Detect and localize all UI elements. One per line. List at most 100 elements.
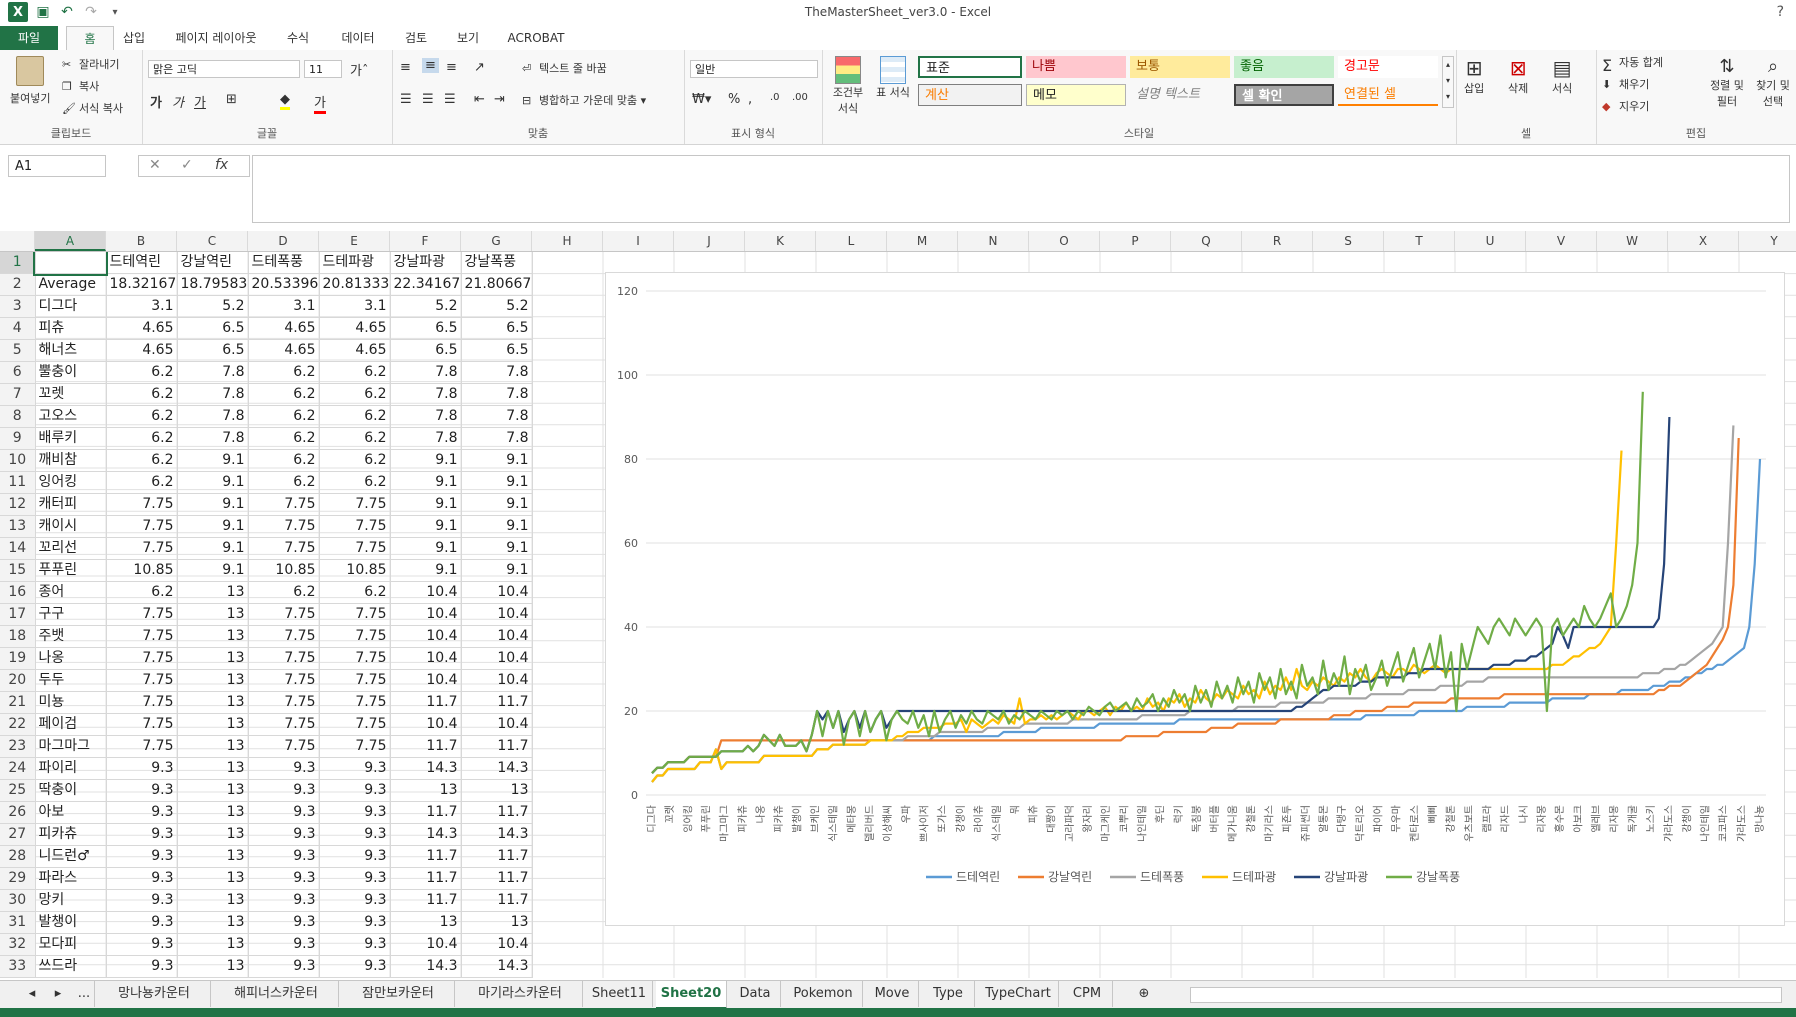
row-header[interactable]: 30 <box>0 889 36 913</box>
cell[interactable]: 18.79583 <box>177 273 249 297</box>
tab-home[interactable]: 홈 <box>66 26 114 51</box>
number-format-select[interactable]: 일반 <box>690 60 818 78</box>
comma-icon[interactable]: , <box>748 92 752 107</box>
cell[interactable]: 7.75 <box>106 515 178 539</box>
column-header[interactable]: W <box>1597 231 1668 251</box>
cell[interactable]: 6.2 <box>248 383 320 407</box>
font-size-select[interactable]: 11 <box>304 60 342 78</box>
merge-center-button[interactable]: ⊟ 병합하고 가운데 맞춤 ▾ <box>522 92 646 108</box>
tab-view[interactable]: 보기 <box>446 26 490 50</box>
cell[interactable]: 13 <box>177 713 249 737</box>
cell[interactable]: 9.3 <box>106 911 178 935</box>
style-check-cell[interactable]: 셀 확인 <box>1234 84 1334 106</box>
row-header[interactable]: 22 <box>0 713 36 737</box>
cell[interactable]: 6.2 <box>106 427 178 451</box>
cell[interactable]: 7.75 <box>248 647 320 671</box>
cell[interactable]: 6.2 <box>248 361 320 385</box>
cell[interactable]: 13 <box>177 581 249 605</box>
cell[interactable]: 9.1 <box>177 559 249 583</box>
row-header[interactable]: 3 <box>0 295 36 319</box>
cell[interactable]: 니드런♂ <box>35 845 107 869</box>
cell[interactable]: 모다피 <box>35 933 107 957</box>
column-header[interactable]: B <box>106 231 177 251</box>
cell[interactable]: 푸푸린 <box>35 559 107 583</box>
cell[interactable]: 캐터피 <box>35 493 107 517</box>
cell[interactable]: 9.1 <box>461 559 533 583</box>
cell[interactable]: 7.8 <box>177 361 249 385</box>
cell[interactable]: 7.75 <box>319 691 391 715</box>
cell[interactable]: 9.3 <box>106 867 178 891</box>
cell[interactable]: 9.3 <box>106 757 178 781</box>
cell[interactable]: 11.7 <box>461 801 533 825</box>
row-header[interactable]: 25 <box>0 779 36 803</box>
insert-function-icon[interactable]: fx <box>215 157 228 173</box>
cell[interactable]: 13 <box>177 779 249 803</box>
cell[interactable]: 6.2 <box>106 449 178 473</box>
cell[interactable]: 발챙이 <box>35 911 107 935</box>
cell[interactable]: 7.75 <box>248 713 320 737</box>
cell[interactable]: 9.3 <box>248 845 320 869</box>
cell[interactable]: 7.75 <box>248 625 320 649</box>
cell[interactable]: 9.1 <box>390 515 462 539</box>
cell[interactable]: 13 <box>177 889 249 913</box>
cell[interactable]: 7.75 <box>248 493 320 517</box>
increase-decimal-icon[interactable]: .0 <box>770 92 780 103</box>
cell[interactable]: 20.81333 <box>319 273 391 297</box>
cell[interactable]: 7.8 <box>461 405 533 429</box>
cell[interactable]: 7.75 <box>319 713 391 737</box>
cell[interactable]: 13 <box>177 823 249 847</box>
cell[interactable]: 10.85 <box>106 559 178 583</box>
row-header[interactable]: 15 <box>0 559 36 583</box>
cell[interactable]: 7.75 <box>319 625 391 649</box>
cell[interactable]: 7.75 <box>248 537 320 561</box>
tab-insert[interactable]: 삽입 <box>112 26 156 50</box>
row-header[interactable]: 16 <box>0 581 36 605</box>
cell[interactable]: 9.3 <box>106 801 178 825</box>
cell[interactable]: 강날폭풍 <box>461 252 533 275</box>
row-header[interactable]: 6 <box>0 361 36 385</box>
cell[interactable]: 피카츄 <box>35 823 107 847</box>
cell[interactable]: 13 <box>177 845 249 869</box>
row-header[interactable]: 29 <box>0 867 36 891</box>
cell[interactable]: 9.3 <box>248 933 320 957</box>
cell[interactable]: 9.3 <box>319 801 391 825</box>
row-header[interactable]: 31 <box>0 911 36 935</box>
cell[interactable]: 9.3 <box>106 889 178 913</box>
cell[interactable]: 피츄 <box>35 317 107 341</box>
cell[interactable]: 6.2 <box>319 361 391 385</box>
column-header[interactable]: X <box>1668 231 1739 251</box>
cell[interactable]: 7.8 <box>177 427 249 451</box>
cell[interactable]: 7.75 <box>319 515 391 539</box>
cell[interactable]: 6.5 <box>461 339 533 363</box>
fill-button[interactable]: ⬇ 채우기 <box>1602 76 1649 92</box>
row-header[interactable]: 1 <box>0 252 36 275</box>
cell[interactable]: 11.7 <box>390 735 462 759</box>
cell[interactable]: 9.3 <box>248 911 320 935</box>
paste-button[interactable]: 붙여넣기 <box>10 56 50 106</box>
cell[interactable]: 해너츠 <box>35 339 107 363</box>
cell[interactable]: 11.7 <box>390 845 462 869</box>
column-header[interactable]: Y <box>1739 231 1796 251</box>
sheet-tab[interactable]: 망나뇽카운터 <box>98 981 211 1007</box>
cell[interactable]: 6.2 <box>319 383 391 407</box>
column-header[interactable]: P <box>1100 231 1171 251</box>
style-warning[interactable]: 경고문 <box>1338 56 1438 78</box>
cell[interactable]: 11.7 <box>390 801 462 825</box>
cell[interactable]: 9.1 <box>177 493 249 517</box>
cell[interactable]: 9.3 <box>319 955 391 978</box>
row-header[interactable]: 12 <box>0 493 36 517</box>
cell[interactable]: 9.3 <box>319 911 391 935</box>
row-header[interactable]: 10 <box>0 449 36 473</box>
column-header[interactable]: R <box>1242 231 1313 251</box>
sheet-tab[interactable]: Move <box>866 981 919 1007</box>
cell[interactable]: 13 <box>177 669 249 693</box>
cell[interactable]: 13 <box>177 801 249 825</box>
cell[interactable]: 7.75 <box>248 669 320 693</box>
column-header[interactable]: V <box>1526 231 1597 251</box>
cell[interactable]: 6.2 <box>106 361 178 385</box>
tab-acrobat[interactable]: ACROBAT <box>500 26 572 50</box>
next-sheet-icon[interactable]: ▸ <box>46 981 70 1007</box>
column-header[interactable]: K <box>745 231 816 251</box>
sheet-tab[interactable]: 잠만보카운터 <box>342 981 455 1007</box>
column-header[interactable]: A <box>35 231 106 251</box>
